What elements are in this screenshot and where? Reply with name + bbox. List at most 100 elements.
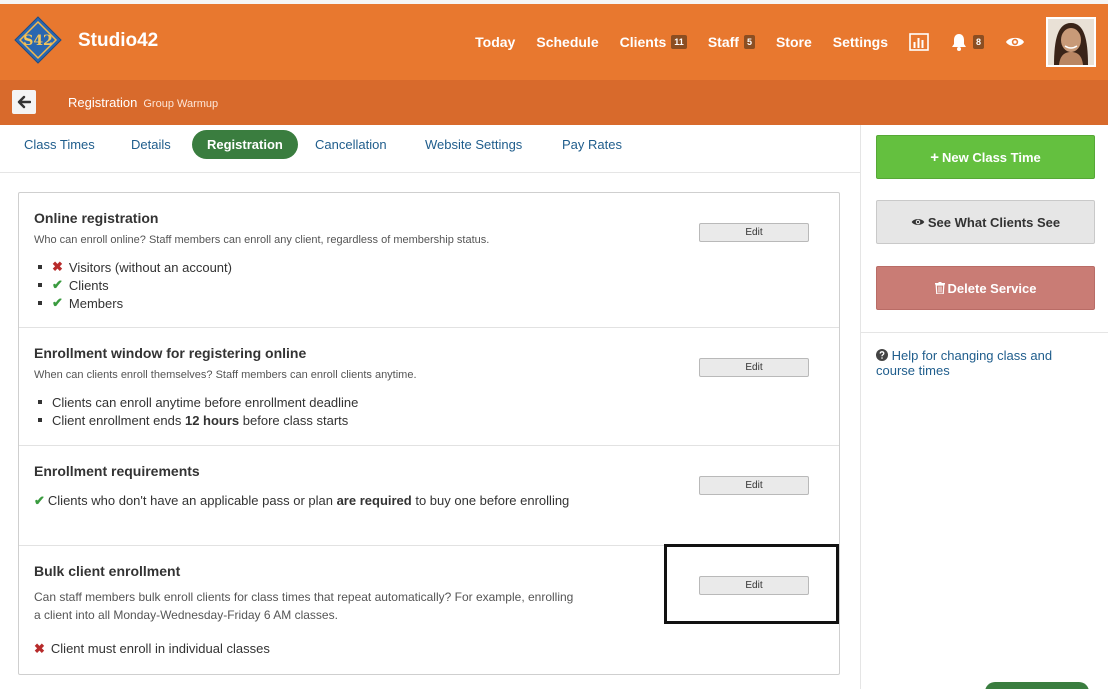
- enrollment-window-list: Clients can enroll anytime before enroll…: [34, 393, 358, 429]
- cross-icon: ✖: [34, 641, 45, 656]
- section-description: When can clients enroll themselves? Staf…: [34, 369, 417, 381]
- help-link[interactable]: Help for changing class and course times: [876, 348, 1086, 378]
- button-label: Delete Service: [947, 280, 1037, 296]
- tab-bar: Class Times Details Registration Cancell…: [0, 125, 860, 173]
- nav-store[interactable]: Store: [776, 34, 812, 50]
- button-label: New Class Time: [942, 149, 1041, 165]
- list-item-label: Clients: [68, 277, 109, 293]
- new-class-time-button[interactable]: + New Class Time: [876, 135, 1095, 179]
- trash-icon: [934, 282, 945, 294]
- bullet-icon: [38, 418, 42, 422]
- list-item: ✔ Members: [34, 294, 232, 312]
- section-title: Bulk client enrollment: [34, 563, 181, 579]
- bullet-icon: [38, 283, 42, 287]
- page-subheader: Registration Group Warmup: [0, 80, 1108, 125]
- tab-registration[interactable]: Registration: [192, 130, 298, 159]
- studio-logo-icon[interactable]: S42: [14, 16, 62, 64]
- user-photo-icon: [1048, 19, 1094, 65]
- delete-service-button[interactable]: Delete Service: [876, 266, 1095, 310]
- back-button[interactable]: [12, 90, 36, 114]
- nav-label: Clients: [619, 34, 667, 50]
- section-title: Online registration: [34, 210, 159, 226]
- nav-clients[interactable]: Clients 11: [620, 34, 687, 50]
- clients-count-badge: 11: [671, 35, 687, 49]
- help-link-label: Help for changing class and course times: [876, 348, 1053, 378]
- notifications-count-badge: 8: [972, 35, 984, 49]
- tab-website-settings[interactable]: Website Settings: [425, 130, 522, 159]
- section-description: Can staff members bulk enroll clients fo…: [34, 590, 574, 622]
- tab-pay-rates[interactable]: Pay Rates: [562, 130, 622, 159]
- edit-online-registration-button[interactable]: Edit: [699, 223, 809, 242]
- text-segment: before class starts: [239, 412, 349, 428]
- bullet-icon: [38, 265, 42, 269]
- text-segment: Clients who don't have an applicable pas…: [47, 493, 337, 508]
- nav-label: Today: [475, 34, 516, 50]
- nav-label: Settings: [832, 34, 888, 50]
- list-item: Client enrollment ends 12 hours before c…: [34, 411, 358, 429]
- deadline-value: 12 hours: [184, 412, 240, 428]
- list-item-label: Members: [68, 295, 124, 311]
- check-icon: ✔: [34, 493, 45, 508]
- nav-staff[interactable]: Staff 5: [708, 34, 755, 50]
- enrollment-requirements-section: Enrollment requirements ✔ Clients who don…: [19, 446, 839, 546]
- question-circle-icon: [876, 349, 888, 361]
- text-segment: to buy one before enrolling: [411, 493, 570, 508]
- column-divider: [860, 125, 861, 689]
- reports-button[interactable]: [909, 33, 929, 51]
- bullet-icon: [38, 301, 42, 305]
- highlight-annotation: [664, 544, 839, 624]
- requirement-emphasis: are required: [336, 493, 412, 508]
- check-icon: ✔: [52, 295, 63, 310]
- nav-label: Schedule: [536, 34, 599, 50]
- chat-widget-button[interactable]: [985, 682, 1089, 689]
- tab-details[interactable]: Details: [131, 130, 171, 159]
- nav-settings[interactable]: Settings: [833, 34, 888, 50]
- list-item: ✔ Clients: [34, 276, 232, 294]
- edit-enrollment-window-button[interactable]: Edit: [699, 358, 809, 377]
- see-what-clients-see-button[interactable]: See What Clients See: [876, 200, 1095, 244]
- list-item: Clients can enroll anytime before enroll…: [34, 393, 358, 411]
- logo-text: S42: [23, 33, 53, 49]
- breadcrumb: Registration Group Warmup: [68, 95, 218, 110]
- edit-enrollment-requirements-button[interactable]: Edit: [699, 476, 809, 495]
- eye-icon: [911, 219, 925, 225]
- online-registration-section: Online registration Who can enroll onlin…: [19, 193, 839, 328]
- brand-name[interactable]: Studio42: [78, 30, 158, 52]
- service-name: Group Warmup: [143, 98, 219, 110]
- notifications-button[interactable]: 8: [950, 33, 984, 51]
- requirements-text: ✔ Clients who don't have an applicable pa…: [34, 491, 574, 510]
- nav-schedule[interactable]: Schedule: [536, 34, 598, 50]
- bullet-icon: [38, 400, 42, 404]
- button-label: See What Clients See: [927, 214, 1061, 230]
- main-nav: Today Schedule Clients 11 Staff 5 Store Se…: [475, 4, 1108, 80]
- user-avatar[interactable]: [1046, 17, 1096, 67]
- enrollment-window-section: Enrollment window for registering online…: [19, 328, 839, 446]
- list-item-label: Clients can enroll anytime before enroll…: [52, 394, 359, 410]
- arrow-left-icon: [17, 95, 31, 109]
- section-title: Enrollment window for registering online: [34, 345, 307, 361]
- bar-chart-icon: [909, 33, 929, 51]
- staff-count-badge: 5: [743, 35, 755, 49]
- nav-label: Store: [775, 34, 812, 50]
- status-label: Client must enroll in individual classes: [50, 641, 270, 656]
- section-title: Enrollment requirements: [34, 463, 200, 479]
- cross-icon: ✖: [52, 259, 63, 274]
- bulk-status-text: ✖ Client must enroll in individual classe…: [34, 639, 574, 658]
- text-segment: Client enrollment ends: [52, 412, 185, 428]
- section-description: Who can enroll online? Staff members can…: [34, 234, 490, 246]
- list-item: ✖ Visitors (without an account): [34, 258, 232, 276]
- check-icon: ✔: [52, 277, 63, 292]
- top-navbar: S42 Studio42 Today Schedule Clients 11 St…: [0, 0, 1108, 80]
- list-item-label: Client enrollment ends 12 hours before c…: [52, 413, 348, 428]
- page-title: Registration: [68, 95, 138, 110]
- nav-today[interactable]: Today: [475, 34, 515, 50]
- plus-icon: +: [930, 148, 939, 166]
- eye-icon: [1006, 37, 1024, 47]
- online-access-list: ✖ Visitors (without an account) ✔ Clients …: [34, 258, 232, 312]
- bell-icon: [951, 34, 966, 51]
- tab-class-times[interactable]: Class Times: [24, 130, 95, 159]
- tab-cancellation[interactable]: Cancellation: [315, 130, 387, 159]
- preview-button[interactable]: [1005, 35, 1025, 49]
- sidebar-divider: [861, 332, 1108, 333]
- nav-label: Staff: [707, 34, 739, 50]
